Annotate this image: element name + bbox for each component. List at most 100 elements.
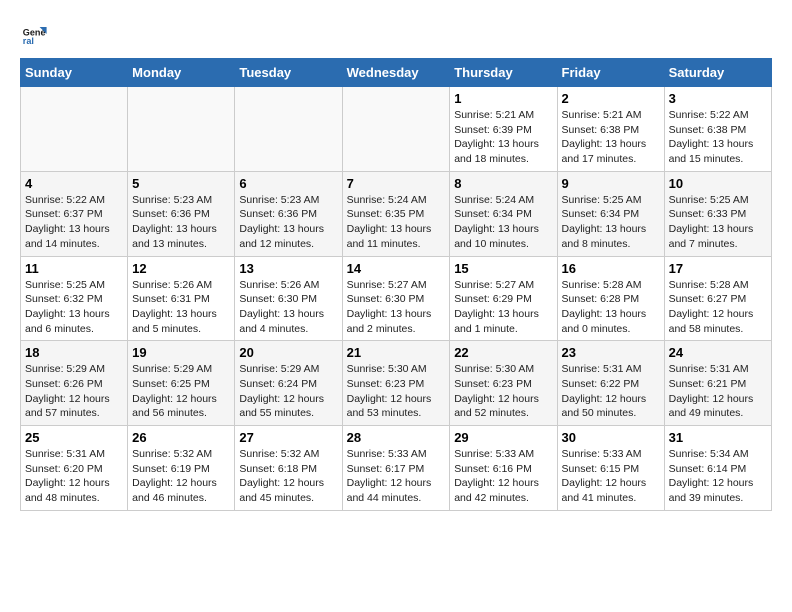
day-number: 29 (454, 430, 552, 445)
day-info: Sunrise: 5:29 AM Sunset: 6:25 PM Dayligh… (132, 362, 230, 421)
calendar-cell: 10 Sunrise: 5:25 AM Sunset: 6:33 PM Dayli… (664, 171, 771, 256)
day-info: Sunrise: 5:22 AM Sunset: 6:38 PM Dayligh… (669, 108, 767, 167)
day-number: 20 (239, 345, 337, 360)
day-number: 10 (669, 176, 767, 191)
day-number: 8 (454, 176, 552, 191)
calendar-cell: 15 Sunrise: 5:27 AM Sunset: 6:29 PM Dayli… (450, 256, 557, 341)
day-number: 25 (25, 430, 123, 445)
calendar-cell (235, 87, 342, 172)
calendar-cell: 8 Sunrise: 5:24 AM Sunset: 6:34 PM Daylig… (450, 171, 557, 256)
day-info: Sunrise: 5:31 AM Sunset: 6:22 PM Dayligh… (562, 362, 660, 421)
day-number: 21 (347, 345, 446, 360)
calendar-cell: 1 Sunrise: 5:21 AM Sunset: 6:39 PM Daylig… (450, 87, 557, 172)
day-info: Sunrise: 5:26 AM Sunset: 6:30 PM Dayligh… (239, 278, 337, 337)
day-info: Sunrise: 5:33 AM Sunset: 6:15 PM Dayligh… (562, 447, 660, 506)
calendar-cell: 16 Sunrise: 5:28 AM Sunset: 6:28 PM Dayli… (557, 256, 664, 341)
day-number: 26 (132, 430, 230, 445)
day-info: Sunrise: 5:22 AM Sunset: 6:37 PM Dayligh… (25, 193, 123, 252)
day-info: Sunrise: 5:23 AM Sunset: 6:36 PM Dayligh… (132, 193, 230, 252)
day-info: Sunrise: 5:33 AM Sunset: 6:16 PM Dayligh… (454, 447, 552, 506)
day-number: 6 (239, 176, 337, 191)
calendar-cell: 5 Sunrise: 5:23 AM Sunset: 6:36 PM Daylig… (128, 171, 235, 256)
day-number: 22 (454, 345, 552, 360)
weekday-header: Sunday (21, 59, 128, 87)
calendar-cell (342, 87, 450, 172)
calendar-cell: 29 Sunrise: 5:33 AM Sunset: 6:16 PM Dayli… (450, 426, 557, 511)
day-number: 1 (454, 91, 552, 106)
day-number: 13 (239, 261, 337, 276)
day-number: 28 (347, 430, 446, 445)
calendar-cell: 7 Sunrise: 5:24 AM Sunset: 6:35 PM Daylig… (342, 171, 450, 256)
day-info: Sunrise: 5:21 AM Sunset: 6:39 PM Dayligh… (454, 108, 552, 167)
calendar-cell: 27Sunrise: 5:32 AM Sunset: 6:18 PM Dayli… (235, 426, 342, 511)
calendar-cell: 24Sunrise: 5:31 AM Sunset: 6:21 PM Dayli… (664, 341, 771, 426)
weekday-header: Tuesday (235, 59, 342, 87)
day-number: 31 (669, 430, 767, 445)
calendar-cell (21, 87, 128, 172)
weekday-header: Thursday (450, 59, 557, 87)
day-number: 17 (669, 261, 767, 276)
day-number: 11 (25, 261, 123, 276)
day-number: 4 (25, 176, 123, 191)
calendar-week-row: 4 Sunrise: 5:22 AM Sunset: 6:37 PM Daylig… (21, 171, 772, 256)
day-info: Sunrise: 5:27 AM Sunset: 6:29 PM Dayligh… (454, 278, 552, 337)
day-info: Sunrise: 5:24 AM Sunset: 6:35 PM Dayligh… (347, 193, 446, 252)
calendar-cell: 3 Sunrise: 5:22 AM Sunset: 6:38 PM Daylig… (664, 87, 771, 172)
calendar-cell: 30 Sunrise: 5:33 AM Sunset: 6:15 PM Dayli… (557, 426, 664, 511)
day-number: 19 (132, 345, 230, 360)
weekday-header: Wednesday (342, 59, 450, 87)
day-number: 23 (562, 345, 660, 360)
day-info: Sunrise: 5:26 AM Sunset: 6:31 PM Dayligh… (132, 278, 230, 337)
calendar-cell: 20 Sunrise: 5:29 AM Sunset: 6:24 PM Dayli… (235, 341, 342, 426)
day-info: Sunrise: 5:32 AM Sunset: 6:18 PM Dayligh… (239, 447, 337, 506)
day-info: Sunrise: 5:30 AM Sunset: 6:23 PM Dayligh… (347, 362, 446, 421)
day-info: Sunrise: 5:25 AM Sunset: 6:33 PM Dayligh… (669, 193, 767, 252)
day-info: Sunrise: 5:25 AM Sunset: 6:32 PM Dayligh… (25, 278, 123, 337)
day-info: Sunrise: 5:32 AM Sunset: 6:19 PM Dayligh… (132, 447, 230, 506)
day-info: Sunrise: 5:34 AM Sunset: 6:14 PM Dayligh… (669, 447, 767, 506)
calendar-cell: 9Sunrise: 5:25 AM Sunset: 6:34 PM Daylig… (557, 171, 664, 256)
day-number: 3 (669, 91, 767, 106)
day-number: 5 (132, 176, 230, 191)
weekday-header: Monday (128, 59, 235, 87)
calendar-cell: 11 Sunrise: 5:25 AM Sunset: 6:32 PM Dayli… (21, 256, 128, 341)
day-info: Sunrise: 5:24 AM Sunset: 6:34 PM Dayligh… (454, 193, 552, 252)
calendar-cell: 23 Sunrise: 5:31 AM Sunset: 6:22 PM Dayli… (557, 341, 664, 426)
day-info: Sunrise: 5:29 AM Sunset: 6:24 PM Dayligh… (239, 362, 337, 421)
calendar-cell: 12Sunrise: 5:26 AM Sunset: 6:31 PM Dayli… (128, 256, 235, 341)
day-number: 7 (347, 176, 446, 191)
day-info: Sunrise: 5:25 AM Sunset: 6:34 PM Dayligh… (562, 193, 660, 252)
svg-text:ral: ral (23, 36, 34, 46)
calendar-week-row: 18Sunrise: 5:29 AM Sunset: 6:26 PM Dayli… (21, 341, 772, 426)
calendar-cell (128, 87, 235, 172)
calendar-cell: 2Sunrise: 5:21 AM Sunset: 6:38 PM Daylig… (557, 87, 664, 172)
day-number: 30 (562, 430, 660, 445)
day-number: 2 (562, 91, 660, 106)
calendar-cell: 31 Sunrise: 5:34 AM Sunset: 6:14 PM Dayli… (664, 426, 771, 511)
day-number: 16 (562, 261, 660, 276)
calendar-cell: 6Sunrise: 5:23 AM Sunset: 6:36 PM Daylig… (235, 171, 342, 256)
calendar-week-row: 11 Sunrise: 5:25 AM Sunset: 6:32 PM Dayli… (21, 256, 772, 341)
calendar-cell: 17 Sunrise: 5:28 AM Sunset: 6:27 PM Dayli… (664, 256, 771, 341)
calendar-week-row: 1 Sunrise: 5:21 AM Sunset: 6:39 PM Daylig… (21, 87, 772, 172)
calendar: SundayMondayTuesdayWednesdayThursdayFrid… (20, 58, 772, 511)
weekday-header: Friday (557, 59, 664, 87)
day-info: Sunrise: 5:30 AM Sunset: 6:23 PM Dayligh… (454, 362, 552, 421)
day-number: 15 (454, 261, 552, 276)
calendar-cell: 4 Sunrise: 5:22 AM Sunset: 6:37 PM Daylig… (21, 171, 128, 256)
calendar-cell: 21 Sunrise: 5:30 AM Sunset: 6:23 PM Dayli… (342, 341, 450, 426)
calendar-cell: 22 Sunrise: 5:30 AM Sunset: 6:23 PM Dayli… (450, 341, 557, 426)
day-number: 18 (25, 345, 123, 360)
page-header: Gene ral (20, 20, 772, 48)
calendar-cell: 13 Sunrise: 5:26 AM Sunset: 6:30 PM Dayli… (235, 256, 342, 341)
calendar-cell: 19 Sunrise: 5:29 AM Sunset: 6:25 PM Dayli… (128, 341, 235, 426)
day-info: Sunrise: 5:28 AM Sunset: 6:27 PM Dayligh… (669, 278, 767, 337)
logo-icon: Gene ral (20, 20, 48, 48)
day-info: Sunrise: 5:33 AM Sunset: 6:17 PM Dayligh… (347, 447, 446, 506)
calendar-cell: 14Sunrise: 5:27 AM Sunset: 6:30 PM Dayli… (342, 256, 450, 341)
calendar-week-row: 25Sunrise: 5:31 AM Sunset: 6:20 PM Dayli… (21, 426, 772, 511)
weekday-header-row: SundayMondayTuesdayWednesdayThursdayFrid… (21, 59, 772, 87)
day-info: Sunrise: 5:28 AM Sunset: 6:28 PM Dayligh… (562, 278, 660, 337)
calendar-cell: 18Sunrise: 5:29 AM Sunset: 6:26 PM Dayli… (21, 341, 128, 426)
day-number: 14 (347, 261, 446, 276)
